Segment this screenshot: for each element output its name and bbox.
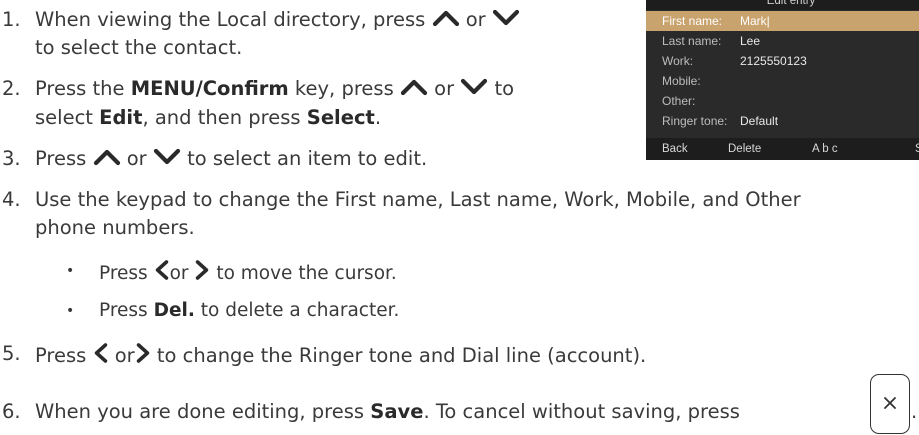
chevron-up-icon — [432, 8, 460, 28]
softkey-save[interactable]: S — [915, 138, 919, 160]
step-text: to change the Ringer tone and Dial line … — [156, 344, 647, 367]
bullet-text: Press — [99, 263, 148, 284]
step-text: Press the — [35, 77, 125, 100]
field-value: Lee — [740, 34, 761, 48]
chevron-down-icon — [153, 147, 181, 167]
step-text: or — [465, 8, 486, 31]
step-text: . — [374, 106, 382, 129]
step-text: . — [911, 400, 918, 423]
step-number: 1. — [2, 8, 21, 31]
step-text: to — [494, 77, 515, 100]
step-text: to select the contact. — [35, 36, 243, 59]
step-1-line-1: When viewing the Local directory, press … — [35, 8, 520, 32]
chevron-right-icon — [194, 259, 210, 281]
step-6-line: When you are done editing, press Save. T… — [35, 400, 740, 424]
chevron-right-icon — [135, 342, 151, 364]
bullet-text: Press — [99, 300, 148, 321]
step-number: 4. — [2, 188, 21, 211]
step-number: 3. — [2, 147, 21, 170]
sub-bullet-1: Press or to move the cursor. — [99, 259, 397, 286]
step-number: 2. — [2, 77, 21, 100]
softkey-bar: Back Delete A b c S — [646, 138, 919, 160]
field-first-name[interactable]: First name: Mark| — [646, 11, 919, 31]
step-2-line-1: Press the MENU/Confirm key, press or to — [35, 77, 514, 101]
field-ringer-tone[interactable]: Ringer tone: Default — [646, 111, 919, 131]
step-text: phone numbers. — [35, 216, 195, 239]
step-text: to select an item to edit. — [187, 147, 428, 170]
step-text: , and then press — [142, 106, 301, 129]
step-2-line-2: select Edit, and then press Select. — [35, 106, 381, 130]
field-label: Other: — [662, 94, 696, 108]
softkey-delete[interactable]: Delete — [728, 138, 761, 160]
key-name: MENU/Confirm — [130, 77, 289, 100]
chevron-up-icon — [93, 147, 121, 167]
step-text: key, press — [294, 77, 394, 100]
chevron-left-icon — [93, 342, 109, 364]
sub-bullet-2: Press Del. to delete a character. — [99, 299, 399, 323]
step-text: Press — [35, 344, 87, 367]
edit-entry-screen: Edit entry First name: Mark| Last name: … — [646, 0, 919, 160]
bullet-text: to move the cursor. — [216, 263, 397, 284]
step-text: When viewing the Local directory, press — [35, 8, 426, 31]
field-label: Mobile: — [662, 74, 701, 88]
field-value: Default — [740, 114, 779, 128]
field-work[interactable]: Work: 2125550123 — [646, 51, 919, 71]
field-value: Mark| — [740, 14, 770, 28]
close-x-icon — [883, 396, 896, 409]
step-3-line: Press or to select an item to edit. — [35, 147, 427, 171]
key-name: Del. — [153, 300, 195, 321]
bullet: • — [66, 263, 75, 279]
field-value: 2125550123 — [740, 54, 807, 68]
screen-title: Edit entry — [646, 0, 919, 10]
key-name: Select — [306, 106, 375, 129]
step-text: . To cancel without saving, press — [423, 400, 740, 423]
step-text: or — [434, 77, 455, 100]
field-label: Ringer tone: — [662, 114, 728, 128]
field-other[interactable]: Other: — [646, 91, 919, 111]
field-label: Last name: — [662, 34, 722, 48]
bullet-text: or — [169, 263, 189, 284]
softkey-input-mode[interactable]: A b c — [812, 138, 838, 160]
chevron-down-icon — [460, 77, 488, 97]
key-name: Edit — [99, 106, 143, 129]
chevron-down-icon — [492, 8, 520, 28]
field-label: Work: — [662, 54, 694, 68]
softkey-back[interactable]: Back — [662, 138, 688, 160]
cancel-key-illustration — [870, 374, 910, 434]
field-last-name[interactable]: Last name: Lee — [646, 31, 919, 51]
bullet: • — [66, 303, 75, 319]
step-text: Press — [35, 147, 87, 170]
step-number: 5. — [2, 342, 21, 365]
chevron-left-icon — [154, 259, 170, 281]
bullet-text: to delete a character. — [200, 300, 400, 321]
chevron-up-icon — [400, 77, 428, 97]
step-text: When you are done editing, press — [35, 400, 365, 423]
field-label: First name: — [662, 14, 723, 28]
step-text: Use the keypad to change the First name,… — [35, 188, 801, 211]
step-text: or — [126, 147, 147, 170]
step-text: or — [114, 344, 135, 367]
key-name: Save — [370, 400, 424, 423]
step-5-line: Press or to change the Ringer tone and D… — [35, 342, 646, 368]
field-mobile[interactable]: Mobile: — [646, 71, 919, 91]
step-text: select — [35, 106, 93, 129]
step-number: 6. — [2, 400, 21, 423]
